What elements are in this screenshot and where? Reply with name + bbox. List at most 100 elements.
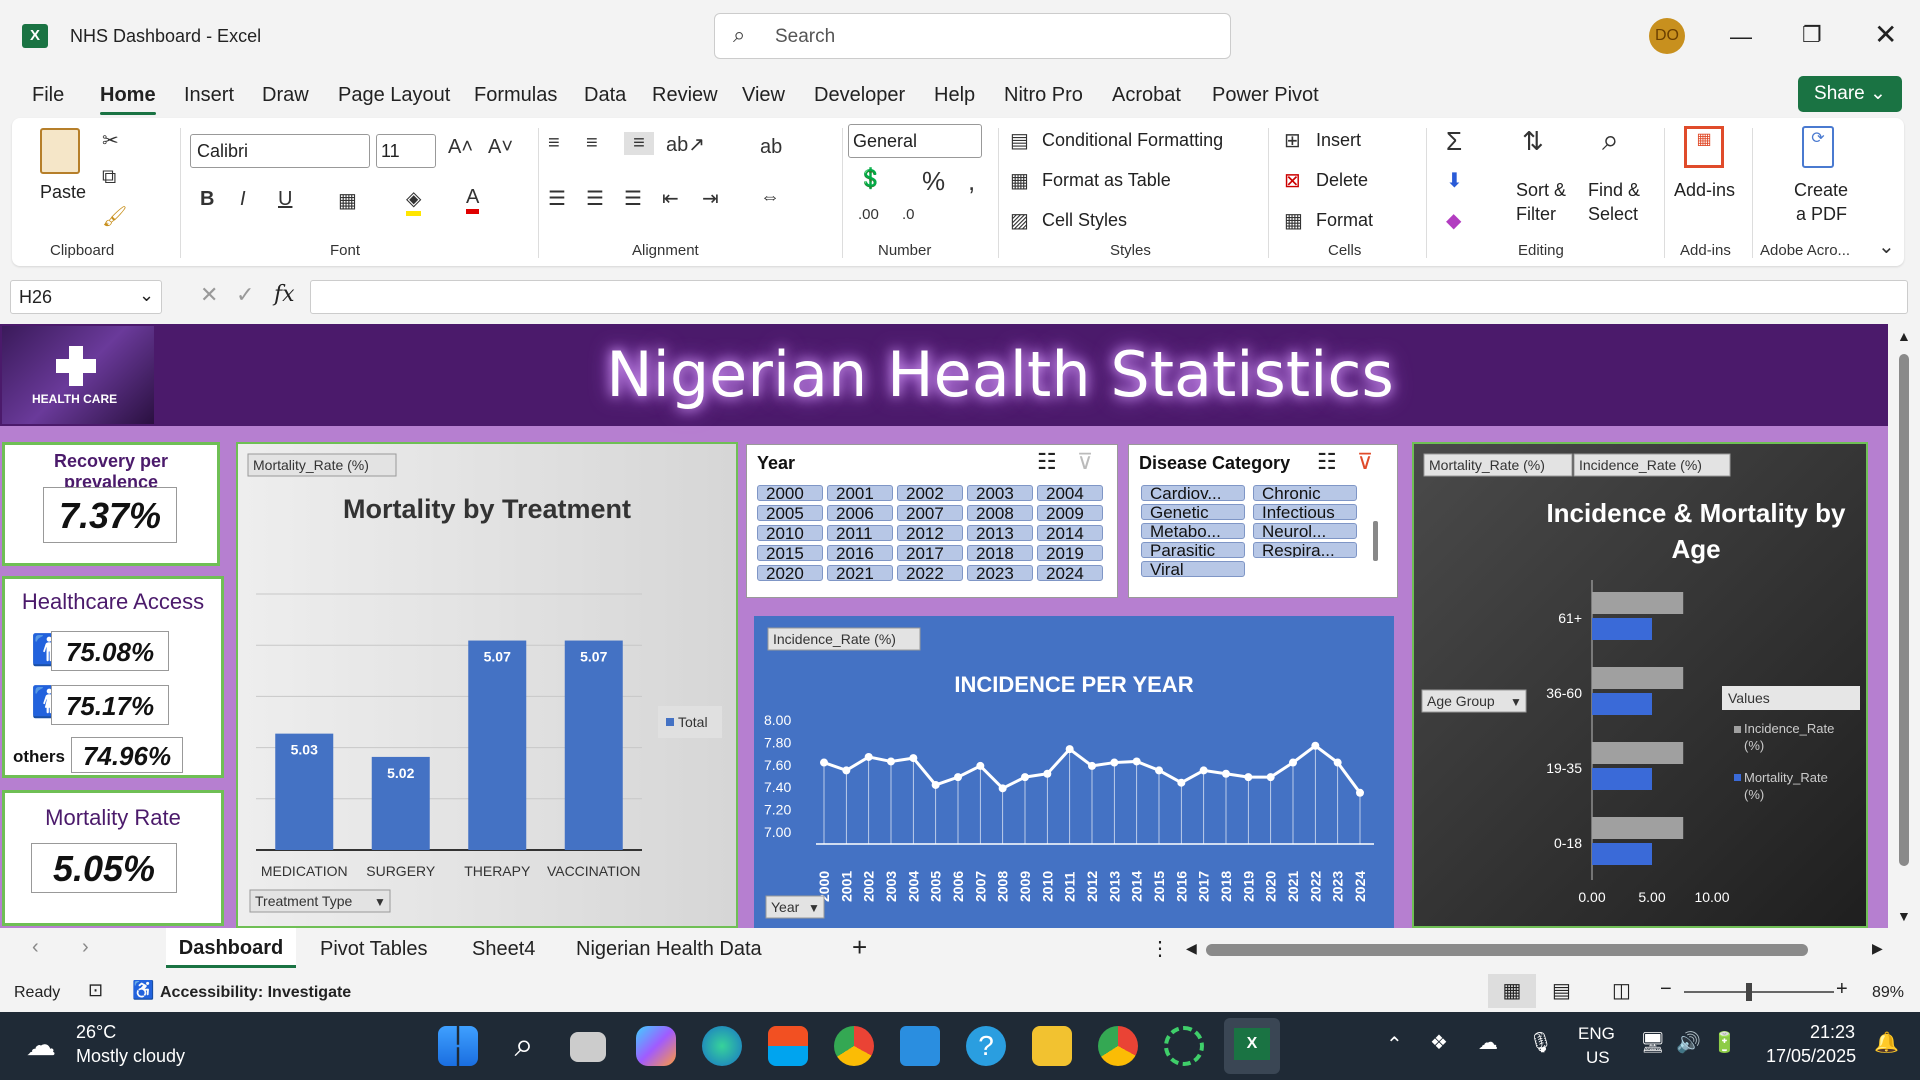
insert-cells-button[interactable]: Insert	[1316, 130, 1361, 151]
year-slicer-item[interactable]: 2019	[1037, 545, 1103, 561]
percent-icon[interactable]: %	[922, 166, 945, 197]
multi-select-icon[interactable]: ☷	[1317, 449, 1337, 475]
zoom-slider-thumb[interactable]	[1746, 983, 1752, 1001]
tab-review[interactable]: Review	[652, 84, 718, 107]
search-icon[interactable]: ⌕	[504, 1026, 544, 1066]
add-ins-icon[interactable]: ▦	[1684, 126, 1724, 168]
delete-cells-button[interactable]: Delete	[1316, 170, 1368, 191]
align-right-icon[interactable]: ☰	[624, 186, 642, 211]
language-1[interactable]: ENG	[1578, 1024, 1615, 1044]
year-slicer-item[interactable]: 2012	[897, 525, 963, 541]
year-slicer-item[interactable]: 2015	[757, 545, 823, 561]
year-slicer-item[interactable]: 2024	[1037, 565, 1103, 581]
borders-icon[interactable]: ▦	[338, 188, 357, 213]
edge-icon[interactable]	[702, 1026, 742, 1066]
create-pdf-label-2[interactable]: a PDF	[1796, 204, 1847, 225]
battery-icon[interactable]: 🔋	[1712, 1030, 1737, 1055]
delete-cells-icon[interactable]: ⊠	[1284, 168, 1301, 193]
font-name-select[interactable]: Calibri	[190, 134, 370, 168]
multi-select-icon[interactable]: ☷	[1037, 449, 1057, 475]
sort-filter-label-2[interactable]: Filter	[1516, 204, 1556, 225]
accounting-format-icon[interactable]: 💲	[858, 166, 883, 191]
tab-acrobat[interactable]: Acrobat	[1112, 84, 1181, 107]
sheet-tab-pivot-tables[interactable]: Pivot Tables	[320, 938, 427, 961]
find-select-label-2[interactable]: Select	[1588, 204, 1638, 225]
year-slicer-item[interactable]: 2000	[757, 485, 823, 501]
restore-icon[interactable]: ❐	[1802, 22, 1822, 48]
network-icon[interactable]: 🖥	[1640, 1030, 1665, 1055]
merge-center-icon[interactable]: ⇔	[760, 186, 780, 209]
vertical-scrollbar-track[interactable]: ▲ ▼	[1888, 324, 1920, 928]
tab-nitro-pro[interactable]: Nitro Pro	[1004, 84, 1083, 107]
incidence-per-year-chart[interactable]: Incidence_Rate (%) INCIDENCE PER YEAR 8.00…	[754, 616, 1394, 928]
bold-icon[interactable]: B	[200, 188, 214, 211]
number-format-select[interactable]: General	[848, 124, 982, 158]
conditional-formatting-button[interactable]: Conditional Formatting	[1042, 130, 1223, 151]
year-slicer-item[interactable]: 2002	[897, 485, 963, 501]
tab-view[interactable]: View	[742, 84, 785, 107]
add-ins-button[interactable]: Add-ins	[1674, 180, 1735, 201]
scroll-thumb[interactable]	[1899, 354, 1909, 866]
start-icon[interactable]	[438, 1026, 478, 1066]
zoom-slider[interactable]	[1684, 983, 1834, 1001]
underline-icon[interactable]: U	[278, 188, 292, 211]
shrink-font-icon[interactable]: A˅	[488, 136, 513, 159]
align-center-icon[interactable]: ☰	[586, 186, 604, 211]
cut-icon[interactable]: ✂	[102, 128, 119, 153]
italic-icon[interactable]: I	[240, 188, 246, 211]
page-layout-view-icon[interactable]: ▤	[1552, 978, 1571, 1003]
year-slicer-item[interactable]: 2016	[827, 545, 893, 561]
mortality-by-treatment-chart[interactable]: Mortality_Rate (%) Mortality by Treatment…	[236, 442, 738, 928]
year-slicer-item[interactable]: 2013	[967, 525, 1033, 541]
tab-home[interactable]: Home	[100, 84, 156, 115]
macro-record-icon[interactable]: ⊡	[88, 980, 103, 1001]
help-icon[interactable]: ?	[966, 1026, 1006, 1066]
create-pdf-icon[interactable]: ⟳	[1802, 126, 1834, 168]
clear-filter-icon[interactable]: ⊽	[1357, 449, 1373, 475]
formula-input[interactable]	[310, 280, 1908, 314]
format-cells-button[interactable]: Format	[1316, 210, 1373, 231]
cell-styles-icon[interactable]: ▨	[1010, 208, 1029, 233]
sort-filter-icon[interactable]: ⇅	[1522, 126, 1544, 157]
year-slicer-item[interactable]: 2008	[967, 505, 1033, 521]
font-color-icon[interactable]: A	[466, 186, 480, 214]
show-hidden-icons[interactable]: ⌃	[1386, 1032, 1403, 1057]
add-sheet-icon[interactable]: +	[852, 932, 867, 963]
insert-cells-icon[interactable]: ⊞	[1284, 128, 1301, 153]
grow-font-icon[interactable]: A˄	[448, 136, 473, 159]
fill-color-icon[interactable]: ◈	[406, 186, 422, 216]
year-slicer-item[interactable]: 2014	[1037, 525, 1103, 541]
year-slicer-item[interactable]: 2010	[757, 525, 823, 541]
year-slicer-item[interactable]: 2009	[1037, 505, 1103, 521]
tab-draw[interactable]: Draw	[262, 84, 309, 107]
normal-view-icon[interactable]: ▦	[1488, 974, 1536, 1008]
cell-styles-button[interactable]: Cell Styles	[1042, 210, 1127, 231]
scroll-right-icon[interactable]: ▶	[1872, 940, 1883, 957]
increase-decimal-icon[interactable]: .00	[858, 206, 879, 223]
store-icon[interactable]	[768, 1026, 808, 1066]
disease-slicer-item[interactable]: Metabo...	[1141, 523, 1245, 539]
chrome-profile-icon[interactable]	[1098, 1026, 1138, 1066]
year-slicer-item[interactable]: 2022	[897, 565, 963, 581]
enter-icon[interactable]: ✓	[236, 282, 254, 308]
paste-button[interactable]: Paste	[40, 182, 86, 203]
disease-slicer-item[interactable]: Genetic	[1141, 504, 1245, 520]
align-bottom-icon[interactable]: ≡	[624, 132, 654, 155]
disease-slicer-item[interactable]: Respira...	[1253, 542, 1357, 558]
loading-app-icon[interactable]	[1164, 1026, 1204, 1066]
weather-icon[interactable]: ☁	[26, 1028, 56, 1063]
year-slicer-item[interactable]: 2021	[827, 565, 893, 581]
format-as-table-icon[interactable]: ▦	[1010, 168, 1029, 193]
disease-slicer-item[interactable]: Infectious	[1253, 504, 1357, 520]
task-view-icon[interactable]	[570, 1032, 606, 1062]
more-options-icon[interactable]: ⋮	[1150, 936, 1170, 961]
disease-slicer-item[interactable]: Viral	[1141, 561, 1245, 577]
tab-insert[interactable]: Insert	[184, 84, 234, 107]
year-slicer-item[interactable]: 2005	[757, 505, 823, 521]
insert-function-icon[interactable]: fx	[274, 282, 295, 307]
search-box[interactable]: ⌕ Search	[714, 13, 1231, 59]
sheet-tab-dashboard[interactable]: Dashboard	[166, 928, 296, 968]
cancel-icon[interactable]: ✕	[200, 282, 218, 308]
year-slicer-item[interactable]: 2006	[827, 505, 893, 521]
file-explorer-icon[interactable]	[1032, 1026, 1072, 1066]
